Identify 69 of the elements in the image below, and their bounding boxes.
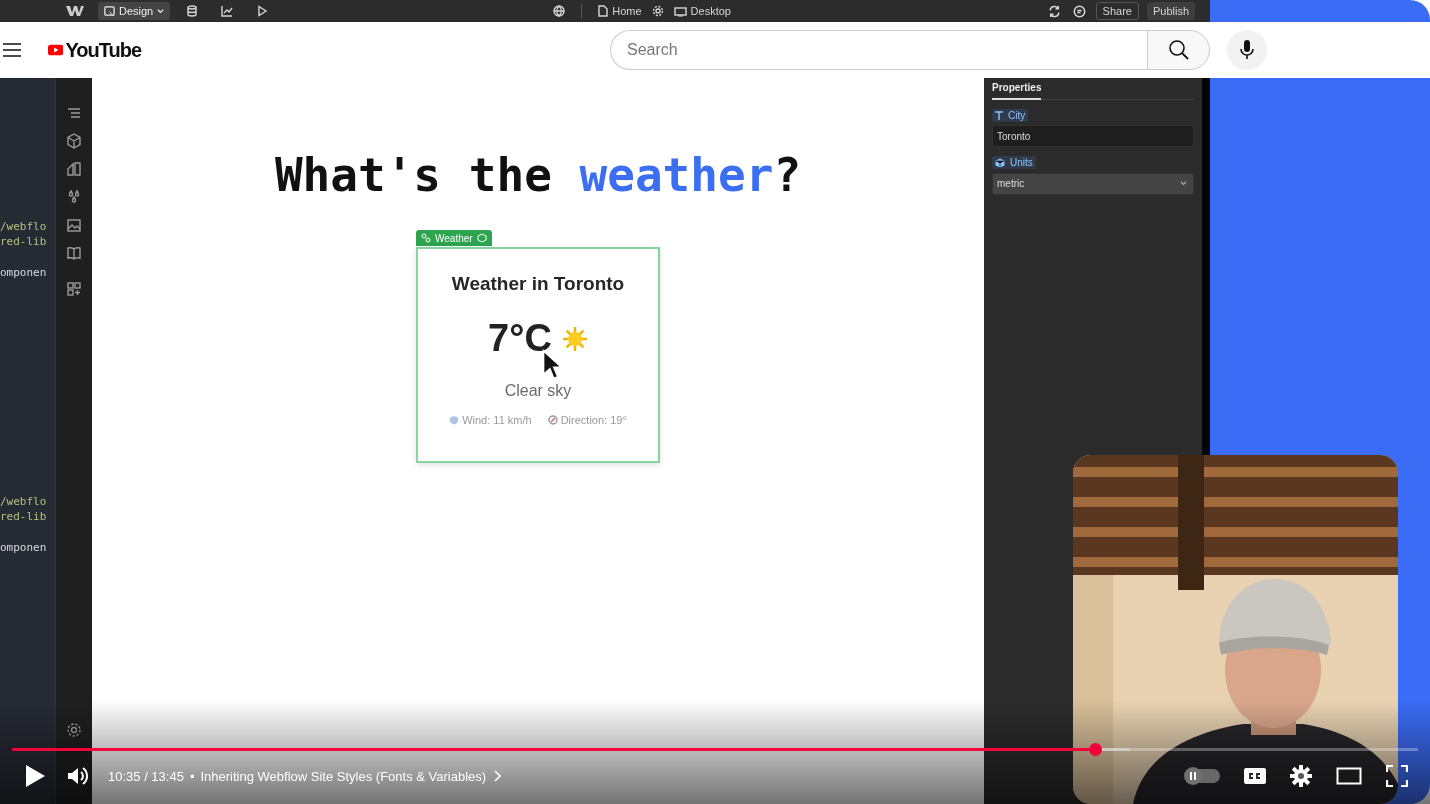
autoplay-toggle[interactable] xyxy=(1186,769,1220,783)
play-icon[interactable] xyxy=(24,764,46,788)
cube-icon xyxy=(995,157,1005,168)
volume-icon[interactable] xyxy=(67,765,89,787)
sun-icon xyxy=(561,325,588,352)
theater-mode-icon[interactable] xyxy=(1336,767,1362,785)
units-dropdown[interactable]: metric xyxy=(992,172,1194,195)
page-selector[interactable]: Home xyxy=(592,2,648,20)
property-label: Units xyxy=(992,156,1036,169)
text-field[interactable]: Toronto xyxy=(992,125,1194,147)
breakpoint-selector[interactable]: Desktop xyxy=(667,2,737,20)
code-line: red-lib xyxy=(0,509,48,524)
shield-icon xyxy=(449,415,460,425)
code-line: omponen xyxy=(0,540,48,555)
separator-dot: • xyxy=(189,768,195,784)
progress-bar[interactable] xyxy=(12,743,1418,756)
search-icon xyxy=(1167,39,1190,61)
settings-icon[interactable] xyxy=(651,5,664,17)
play-icon[interactable] xyxy=(256,5,269,17)
menu-icon[interactable] xyxy=(3,43,21,57)
microphone-icon xyxy=(1240,40,1254,60)
card-title: Weather in Toronto xyxy=(451,273,625,295)
search-field[interactable]: Search xyxy=(610,30,1147,70)
cube-icon[interactable] xyxy=(66,133,82,149)
sync-icon[interactable] xyxy=(1047,4,1061,18)
settings-icon[interactable] xyxy=(1290,765,1312,787)
headline: What's the weather? xyxy=(274,148,802,202)
direction-reading: Direction: 19° xyxy=(560,414,627,426)
chart-icon[interactable] xyxy=(221,5,234,17)
book-icon[interactable] xyxy=(66,245,82,261)
comment-icon[interactable] xyxy=(1072,4,1086,18)
share-button[interactable]: Share xyxy=(1095,2,1139,20)
temperature: 7°C xyxy=(488,317,552,360)
code-line: omponen xyxy=(0,265,48,280)
component-tag: Weather xyxy=(416,230,492,246)
chevron-right-icon[interactable] xyxy=(493,770,502,782)
wind-reading: Wind: 11 km/h xyxy=(462,414,532,426)
voice-search-button[interactable] xyxy=(1227,30,1267,70)
desktop-icon xyxy=(673,5,687,17)
weather-condition: Clear sky xyxy=(504,382,572,400)
apps-add-icon[interactable] xyxy=(66,281,82,297)
database-icon[interactable] xyxy=(186,5,199,17)
chevron-down-icon xyxy=(1180,180,1187,187)
cube-icon xyxy=(476,233,487,243)
youtube-logo[interactable]: YouTube xyxy=(48,38,141,62)
shapes-icon[interactable] xyxy=(66,161,82,177)
code-line: red-lib xyxy=(0,234,48,249)
fullscreen-icon[interactable] xyxy=(1386,765,1408,787)
code-line: /webflo xyxy=(0,494,48,509)
image-icon[interactable] xyxy=(66,217,82,233)
time-display: 10:35 / 13:45 xyxy=(108,768,184,784)
page-icon xyxy=(598,5,609,17)
property-label: City xyxy=(992,109,1029,122)
logo-icon[interactable] xyxy=(66,5,84,17)
globe-icon[interactable] xyxy=(553,5,566,17)
design-button[interactable]: Design xyxy=(98,2,171,20)
pause-icon xyxy=(1189,772,1197,780)
publish-button[interactable]: Publish xyxy=(1146,2,1195,20)
search-button[interactable] xyxy=(1147,30,1210,70)
navigator-icon[interactable] xyxy=(66,105,82,121)
chevron-down-icon xyxy=(157,7,165,15)
text-type-icon xyxy=(995,111,1003,120)
captions-icon[interactable] xyxy=(1244,768,1266,784)
code-line: /webflo xyxy=(0,219,48,234)
drops-icon[interactable] xyxy=(66,189,82,205)
cursor-box-icon xyxy=(104,5,115,17)
properties-tab[interactable]: Properties xyxy=(992,80,1042,100)
compass-icon xyxy=(547,415,558,425)
component-icon xyxy=(421,233,431,243)
